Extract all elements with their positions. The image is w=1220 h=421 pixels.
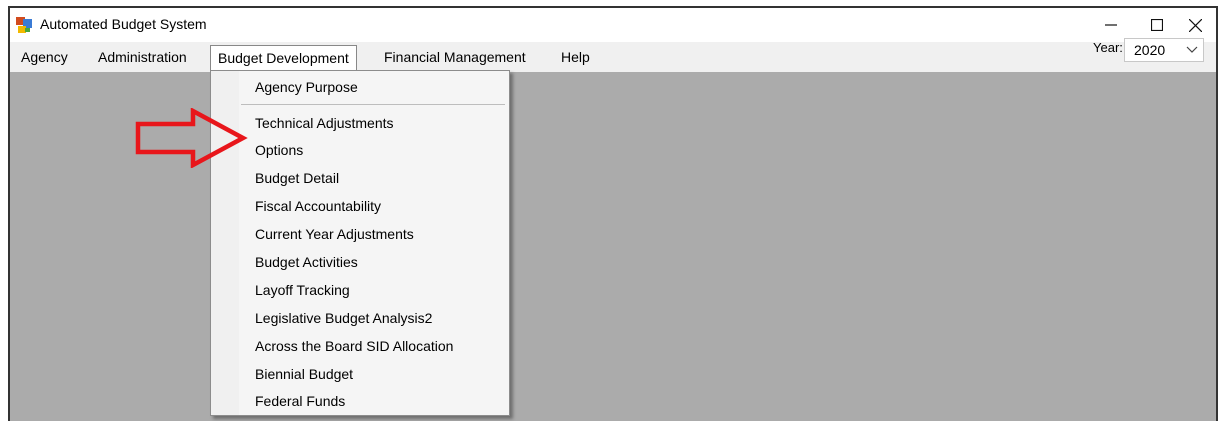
year-dropdown[interactable]: 2020 xyxy=(1124,38,1204,62)
year-value: 2020 xyxy=(1134,42,1166,58)
year-label: Year: xyxy=(1093,40,1123,55)
budget-development-menu: Agency Purpose Technical Adjustments Opt… xyxy=(210,70,510,416)
menu-bar: Agency Administration Budget Development… xyxy=(10,42,1216,72)
menu-item-budget-detail[interactable]: Budget Detail xyxy=(255,170,339,186)
app-window: Automated Budget System Agency Administr… xyxy=(8,6,1218,421)
annotation-arrow-icon xyxy=(135,108,248,168)
menu-budget-development[interactable]: Budget Development xyxy=(210,45,357,72)
window-title: Automated Budget System xyxy=(40,16,207,32)
menu-item-agency-purpose[interactable]: Agency Purpose xyxy=(255,79,358,95)
menu-item-technical-adjustments[interactable]: Technical Adjustments xyxy=(255,115,394,131)
menu-item-layoff-tracking[interactable]: Layoff Tracking xyxy=(255,282,350,298)
minimize-button[interactable] xyxy=(1088,8,1134,42)
menu-item-current-year-adjustments[interactable]: Current Year Adjustments xyxy=(255,226,414,242)
menu-item-budget-activities[interactable]: Budget Activities xyxy=(255,254,358,270)
maximize-icon xyxy=(1151,19,1163,31)
menu-help[interactable]: Help xyxy=(554,45,597,69)
menu-item-fiscal-accountability[interactable]: Fiscal Accountability xyxy=(255,198,381,214)
minimize-icon xyxy=(1105,24,1117,26)
menu-item-biennial-budget[interactable]: Biennial Budget xyxy=(255,366,353,382)
menu-item-options[interactable]: Options xyxy=(255,142,303,158)
menu-item-federal-funds[interactable]: Federal Funds xyxy=(255,393,345,409)
menu-item-across-the-board-sid-allocation[interactable]: Across the Board SID Allocation xyxy=(255,338,453,354)
chevron-down-icon xyxy=(1186,46,1198,53)
menu-item-legislative-budget-analysis2[interactable]: Legislative Budget Analysis2 xyxy=(255,310,432,326)
app-icon xyxy=(16,17,32,33)
title-bar[interactable]: Automated Budget System xyxy=(10,8,1216,42)
close-icon xyxy=(1188,18,1202,32)
menu-agency[interactable]: Agency xyxy=(14,45,75,69)
menu-administration[interactable]: Administration xyxy=(91,45,194,69)
menu-separator xyxy=(241,104,505,105)
menu-financial-management[interactable]: Financial Management xyxy=(377,45,533,69)
close-button[interactable] xyxy=(1172,8,1216,42)
